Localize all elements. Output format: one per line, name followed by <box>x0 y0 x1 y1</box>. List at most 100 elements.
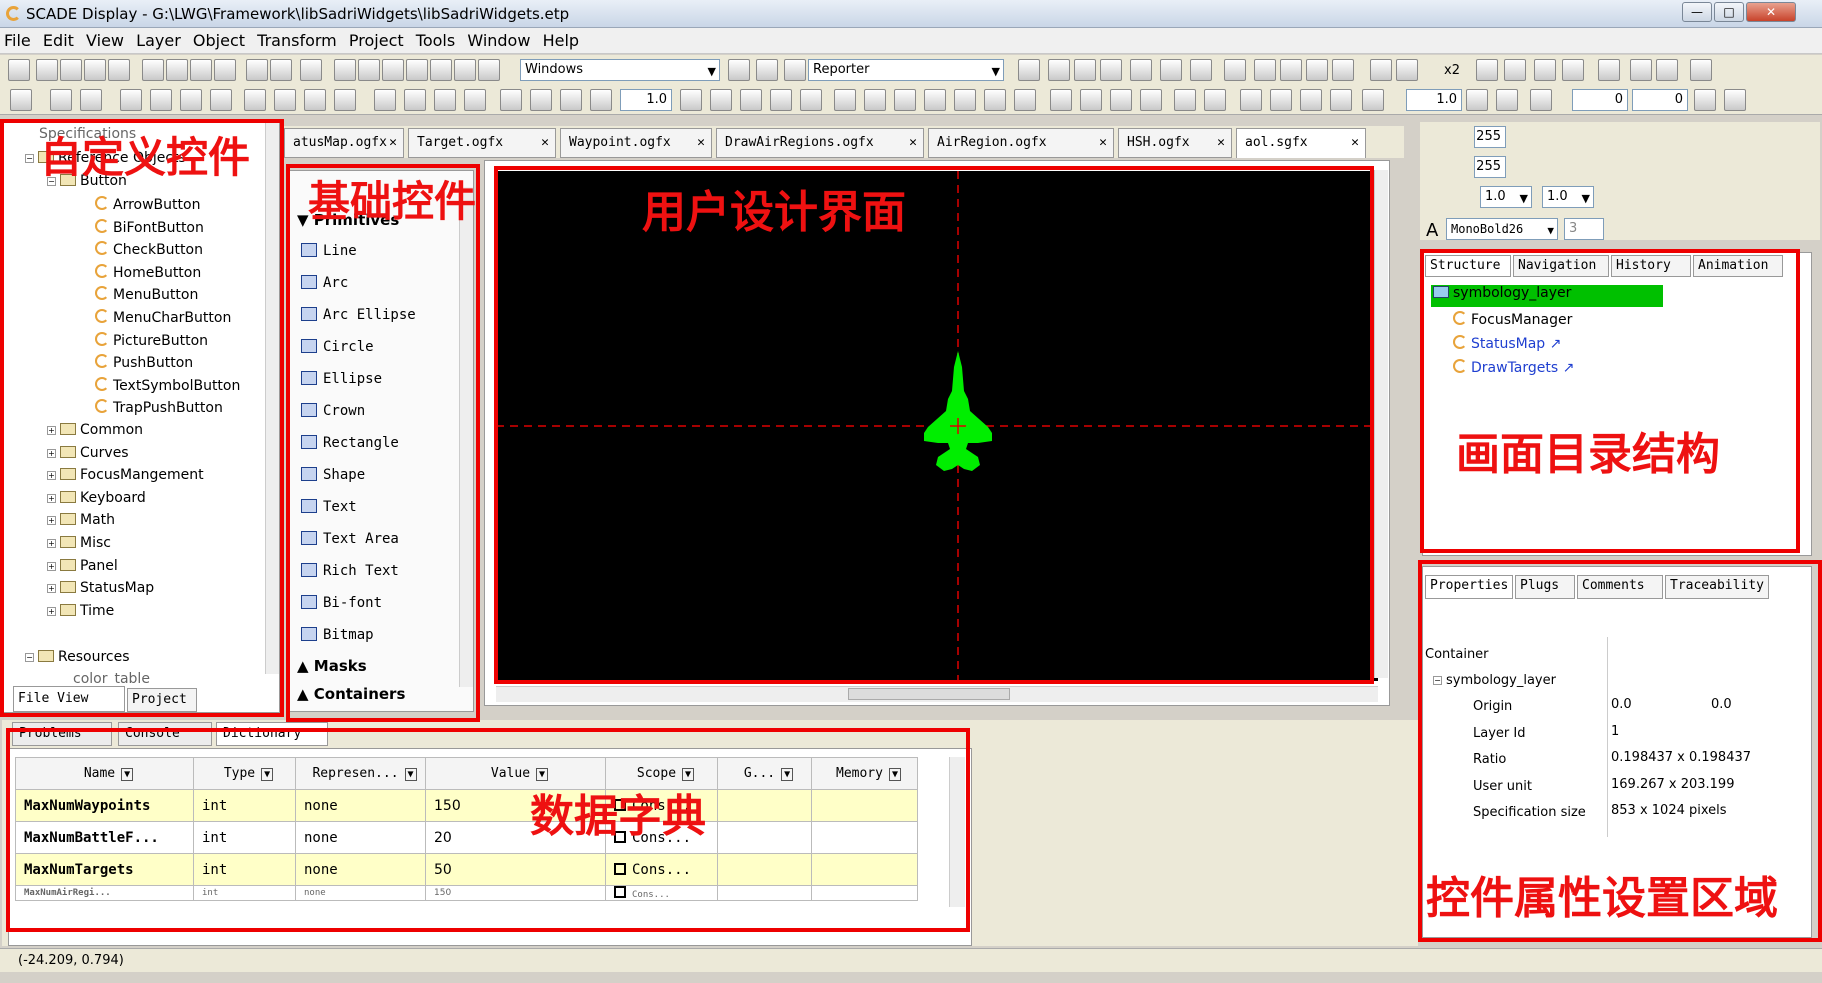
toolbar-button[interactable] <box>800 89 822 111</box>
close-icon[interactable]: ✕ <box>1351 129 1359 157</box>
toolbar-button[interactable] <box>120 89 142 111</box>
windows-combo[interactable]: Windows ▼ <box>520 59 720 81</box>
toolbar-button[interactable] <box>80 89 102 111</box>
toolbar-button[interactable] <box>334 59 356 81</box>
toolbar-button[interactable] <box>1476 59 1498 81</box>
toolbar-button[interactable] <box>1330 89 1352 111</box>
toolbar-button[interactable] <box>60 59 82 81</box>
toolbar-button[interactable] <box>478 59 500 81</box>
toolbar-button[interactable] <box>1496 89 1518 111</box>
toolbar-button[interactable] <box>560 89 582 111</box>
toolbar-button[interactable] <box>1530 89 1552 111</box>
close-icon[interactable]: ✕ <box>909 129 917 157</box>
toolbar-button[interactable] <box>1690 59 1712 81</box>
menu-tools[interactable]: Tools <box>412 28 459 50</box>
line-width-field[interactable]: 1.0 <box>620 89 672 111</box>
toolbar-button[interactable] <box>500 89 522 111</box>
toolbar-button[interactable] <box>1018 59 1040 81</box>
offset-x-field[interactable]: 0 <box>1572 89 1628 111</box>
toolbar-button[interactable] <box>1050 89 1072 111</box>
toolbar-button[interactable] <box>1254 59 1276 81</box>
width2-combo[interactable]: 1.0 ▼ <box>1542 186 1594 208</box>
toolbar-button[interactable] <box>680 89 702 111</box>
toolbar-button[interactable] <box>274 89 296 111</box>
toolbar-button[interactable] <box>464 89 486 111</box>
toolbar-button[interactable] <box>190 59 212 81</box>
doc-tab[interactable]: AirRegion.ogfx ✕ <box>928 128 1114 158</box>
maximize-button[interactable]: □ <box>1714 2 1744 22</box>
toolbar-button[interactable] <box>1270 89 1292 111</box>
reporter-combo[interactable]: Reporter ▼ <box>808 59 1004 81</box>
toolbar-button[interactable] <box>244 89 266 111</box>
doc-tab[interactable]: DrawAirRegions.ogfx ✕ <box>716 128 924 158</box>
doc-tab[interactable]: aol.sgfx ✕ <box>1236 128 1366 158</box>
toolbar-button[interactable] <box>334 89 356 111</box>
doc-tab[interactable]: atusMap.ogfx ✕ <box>284 128 404 158</box>
toolbar-button[interactable] <box>894 89 916 111</box>
toolbar-button[interactable] <box>214 59 236 81</box>
toolbar-button[interactable] <box>50 89 72 111</box>
toolbar-button[interactable] <box>740 89 762 111</box>
toolbar-button[interactable] <box>374 89 396 111</box>
toolbar-button[interactable] <box>984 89 1006 111</box>
toolbar-button[interactable] <box>270 59 292 81</box>
close-icon[interactable]: ✕ <box>1099 129 1107 157</box>
toolbar-button[interactable] <box>142 59 164 81</box>
doc-tab[interactable]: Waypoint.ogfx ✕ <box>560 128 712 158</box>
toolbar-button[interactable] <box>10 89 32 111</box>
close-icon[interactable]: ✕ <box>1217 129 1225 157</box>
toolbar-button[interactable] <box>1080 89 1102 111</box>
menu-window[interactable]: Window <box>463 28 534 50</box>
toolbar-button[interactable] <box>382 59 404 81</box>
toolbar-button[interactable] <box>1074 59 1096 81</box>
toolbar-button[interactable] <box>1362 89 1384 111</box>
toolbar-button[interactable] <box>36 59 58 81</box>
toolbar-button[interactable] <box>710 89 732 111</box>
toolbar-button[interactable] <box>1504 59 1526 81</box>
toolbar-button[interactable] <box>1280 59 1302 81</box>
font-size-combo[interactable]: 3 <box>1564 218 1604 240</box>
toolbar-button[interactable] <box>1466 89 1488 111</box>
toolbar-button[interactable] <box>1048 59 1070 81</box>
toolbar-button[interactable] <box>1224 59 1246 81</box>
toolbar-button[interactable] <box>1190 59 1212 81</box>
menu-object[interactable]: Object <box>189 28 249 50</box>
toolbar-button[interactable] <box>1160 59 1182 81</box>
toolbar-button[interactable] <box>406 59 428 81</box>
toolbar-button[interactable] <box>84 59 106 81</box>
close-icon[interactable]: ✕ <box>541 129 549 157</box>
toolbar-button[interactable] <box>434 89 456 111</box>
menu-project[interactable]: Project <box>345 28 408 50</box>
toolbar-button[interactable] <box>1630 59 1652 81</box>
close-icon[interactable]: ✕ <box>697 129 705 157</box>
close-button[interactable]: ✕ <box>1746 2 1796 22</box>
toolbar-button[interactable] <box>166 59 188 81</box>
toolbar-button[interactable] <box>1240 89 1262 111</box>
width1-combo[interactable]: 1.0 ▼ <box>1480 186 1532 208</box>
toolbar-button[interactable] <box>304 89 326 111</box>
canvas-vscroll[interactable] <box>1374 170 1388 678</box>
toolbar-button[interactable] <box>1306 59 1328 81</box>
doc-tab[interactable]: HSH.ogfx ✕ <box>1118 128 1232 158</box>
toolbar-button[interactable] <box>1534 59 1556 81</box>
toolbar-button[interactable] <box>1396 59 1418 81</box>
toolbar-button[interactable] <box>1562 59 1584 81</box>
toolbar-button[interactable] <box>954 89 976 111</box>
toolbar-button[interactable] <box>358 59 380 81</box>
offset-y-field[interactable]: 0 <box>1632 89 1688 111</box>
color-b-field[interactable]: 255 <box>1474 156 1506 178</box>
toolbar-button[interactable] <box>430 59 452 81</box>
doc-tab[interactable]: Target.ogfx ✕ <box>408 128 556 158</box>
toolbar-button[interactable] <box>1100 59 1122 81</box>
menu-transform[interactable]: Transform <box>253 28 341 50</box>
toolbar-button[interactable] <box>180 89 202 111</box>
toolbar-button[interactable] <box>784 59 806 81</box>
toolbar-button[interactable] <box>756 59 778 81</box>
menu-help[interactable]: Help <box>539 28 583 50</box>
toolbar-button[interactable] <box>864 89 886 111</box>
color-a-field[interactable]: 255 <box>1474 126 1506 148</box>
toolbar-button[interactable] <box>1370 59 1392 81</box>
toolbar-button[interactable] <box>1014 89 1036 111</box>
toolbar-button[interactable] <box>728 59 750 81</box>
toolbar-button[interactable] <box>1300 89 1322 111</box>
